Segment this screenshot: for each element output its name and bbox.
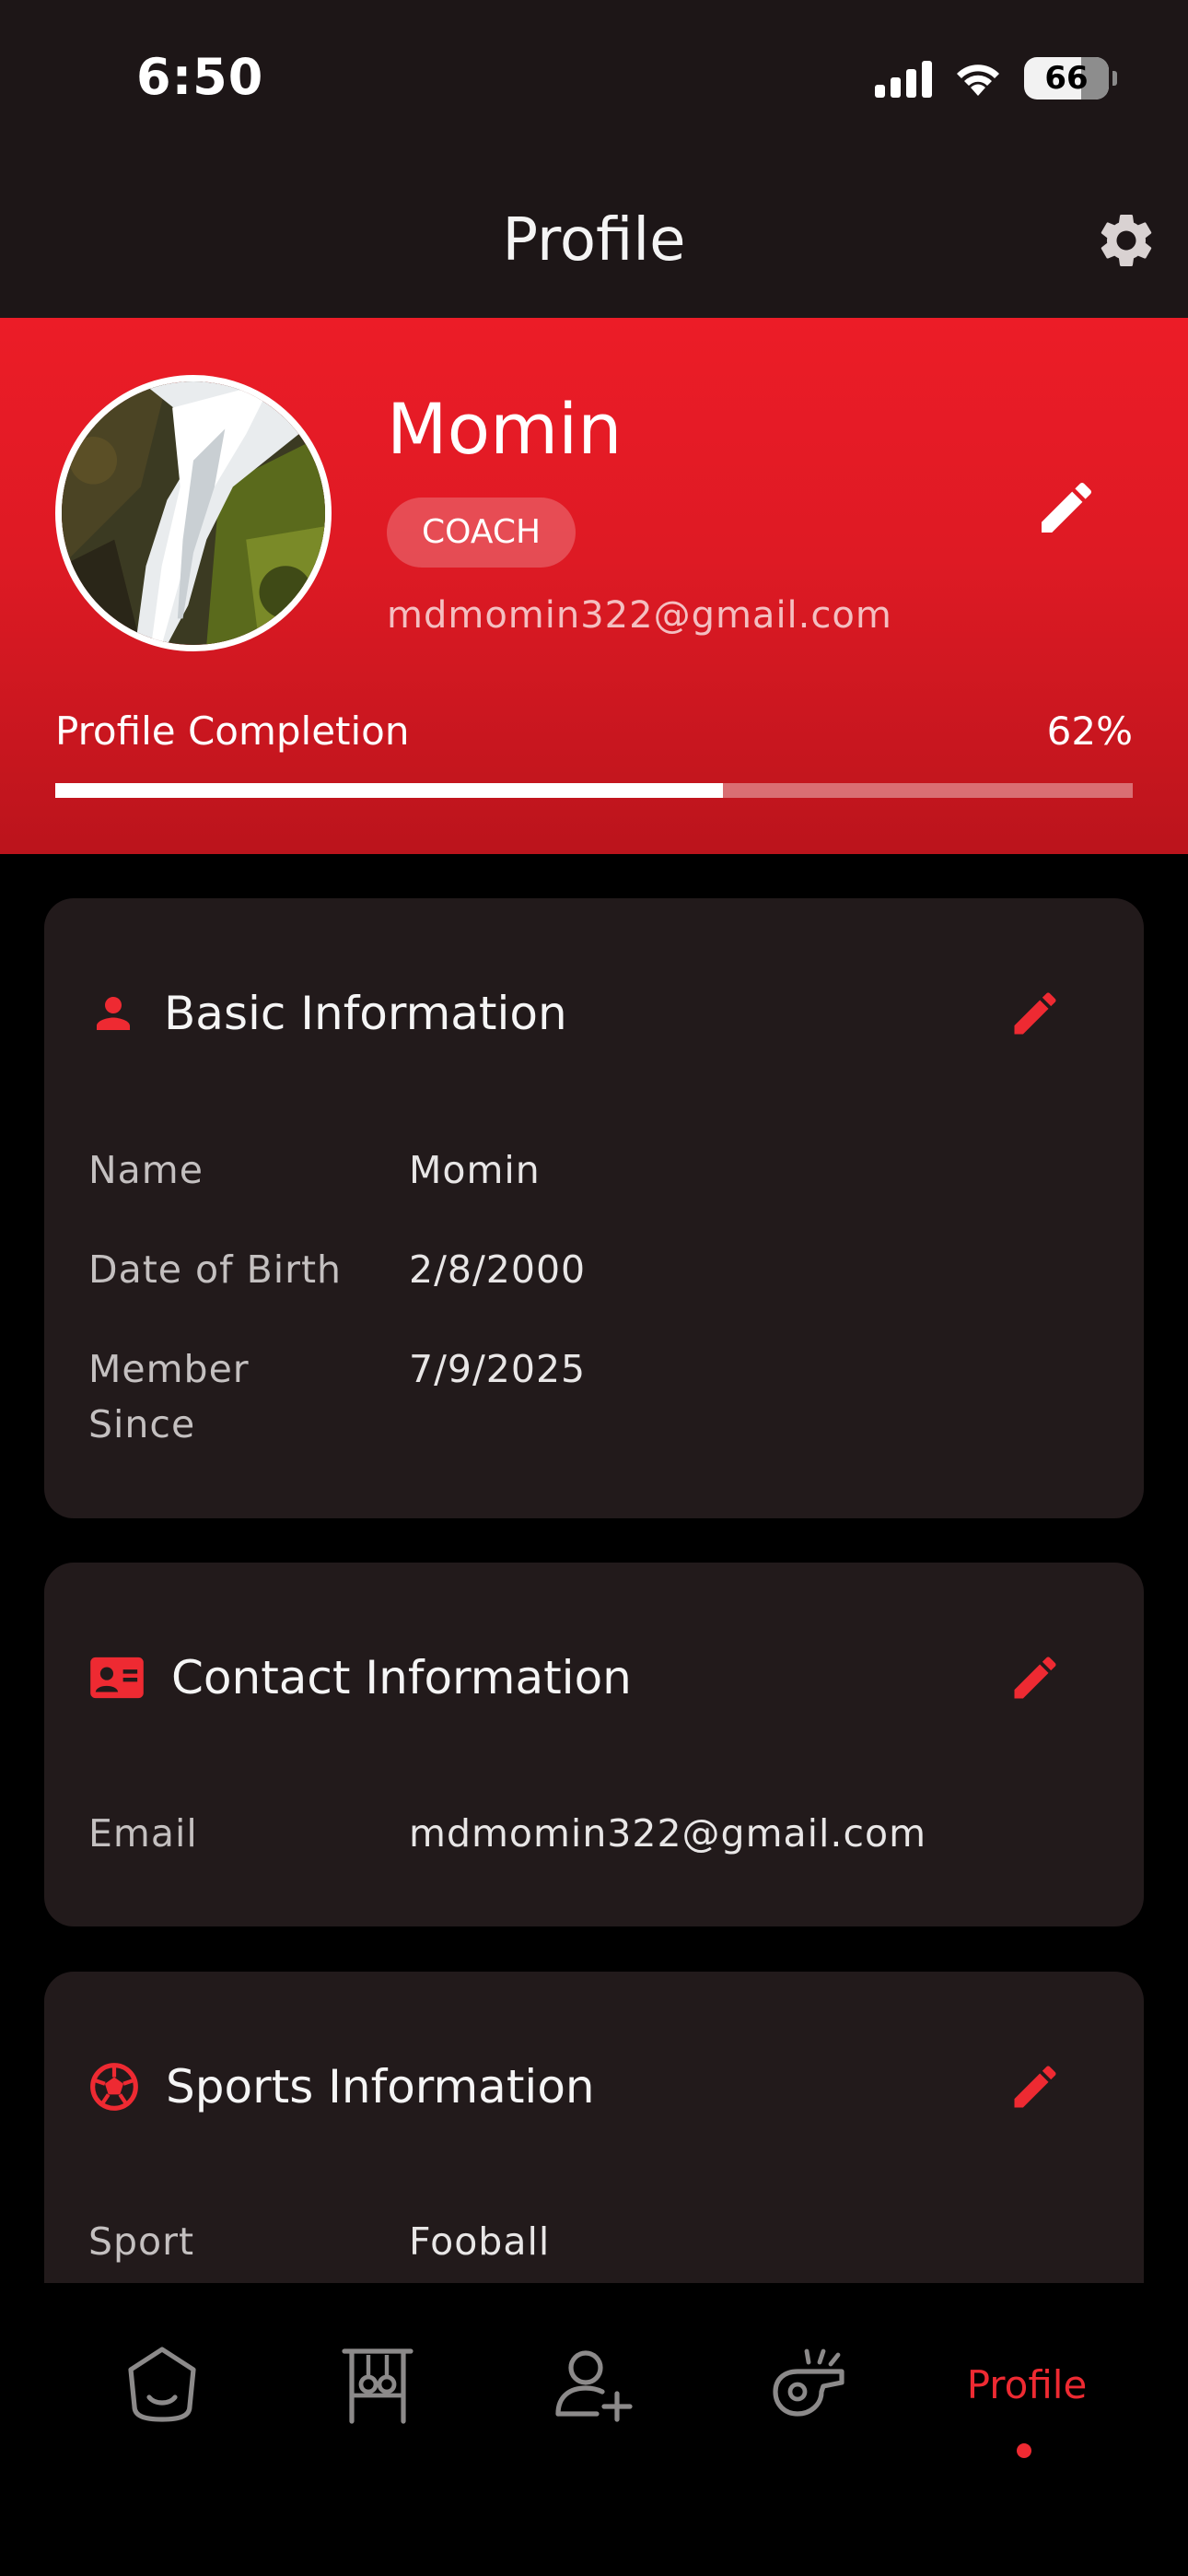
row-value: Fooball — [409, 2219, 551, 2264]
row-label: Member Since — [88, 1347, 250, 1446]
contact-info-header: Contact Information — [88, 1645, 632, 1710]
row-label: Email — [88, 1811, 198, 1856]
soccer-ball-icon — [90, 2063, 138, 2111]
nav-coach[interactable] — [764, 2283, 853, 2486]
cellular-signal-icon — [875, 59, 932, 98]
row-label: Name — [88, 1148, 204, 1192]
completion-progress-fill — [55, 783, 724, 798]
completion-label: Profile Completion — [55, 708, 410, 754]
contact-info-card: Contact Information Email mdmomin322@gma… — [44, 1563, 1144, 1926]
row-label: Sport — [88, 2219, 195, 2264]
row-label: Date of Birth — [88, 1247, 343, 1292]
info-row-date-of-birth: Date of Birth 2/8/2000 — [88, 1242, 586, 1297]
edit-basic-info-icon[interactable] — [1007, 986, 1063, 1041]
info-row-member-since: Member Since 7/9/2025 — [88, 1341, 586, 1452]
active-indicator-dot — [1017, 2443, 1031, 2458]
info-row-sport: Sport Fooball — [88, 2214, 550, 2269]
user-email: mdmomin322@gmail.com — [387, 594, 892, 637]
basic-info-card: Basic Information Name Momin Date of Bir… — [44, 898, 1144, 1518]
page-title: Profile — [502, 206, 686, 275]
gear-icon[interactable] — [1094, 208, 1159, 273]
app-header: Profile — [0, 166, 1188, 318]
basic-info-header: Basic Information — [88, 981, 567, 1046]
avatar[interactable] — [55, 375, 332, 651]
bottom-nav: Profile — [0, 2283, 1188, 2576]
nav-profile-label: Profile — [966, 2361, 1088, 2407]
info-row-email: Email mdmomin322@gmail.com — [88, 1806, 926, 1861]
nav-add-player[interactable] — [549, 2283, 637, 2486]
waterfall-photo — [62, 381, 325, 645]
contact-info-title: Contact Information — [171, 1651, 632, 1704]
add-user-icon — [555, 2350, 633, 2422]
sports-info-header: Sports Information — [88, 2055, 595, 2119]
row-value: 7/9/2025 — [409, 1347, 587, 1391]
status-time: 6:50 — [136, 48, 264, 106]
edit-profile-icon[interactable] — [1033, 474, 1100, 541]
row-value: 2/8/2000 — [409, 1247, 587, 1292]
training-frame-icon — [342, 2348, 413, 2424]
wifi-icon — [957, 64, 999, 96]
whistle-icon — [773, 2348, 844, 2417]
basic-info-title: Basic Information — [164, 987, 567, 1040]
status-icons: 66 — [875, 55, 1117, 101]
row-value: Momin — [409, 1148, 541, 1192]
contact-card-icon — [90, 1657, 144, 1699]
sports-info-title: Sports Information — [166, 2060, 595, 2113]
battery-icon: 66 — [1024, 57, 1117, 100]
edit-sports-info-icon[interactable] — [1007, 2059, 1063, 2114]
completion-percentage: 62% — [1046, 708, 1133, 754]
home-icon — [128, 2347, 196, 2422]
battery-level: 66 — [1044, 60, 1089, 97]
role-badge: COACH — [387, 498, 577, 568]
status-bar: 6:50 66 — [0, 0, 1188, 166]
completion-progress-bar — [55, 783, 1133, 798]
user-name: Momin — [387, 388, 623, 470]
person-icon — [97, 997, 130, 1030]
nav-training[interactable] — [333, 2283, 422, 2486]
info-row-name: Name Momin — [88, 1142, 541, 1198]
nav-home[interactable] — [118, 2283, 206, 2486]
edit-contact-info-icon[interactable] — [1007, 1650, 1063, 1705]
profile-hero: Momin COACH mdmomin322@gmail.com Profile… — [0, 318, 1188, 854]
row-value: mdmomin322@gmail.com — [409, 1811, 927, 1856]
